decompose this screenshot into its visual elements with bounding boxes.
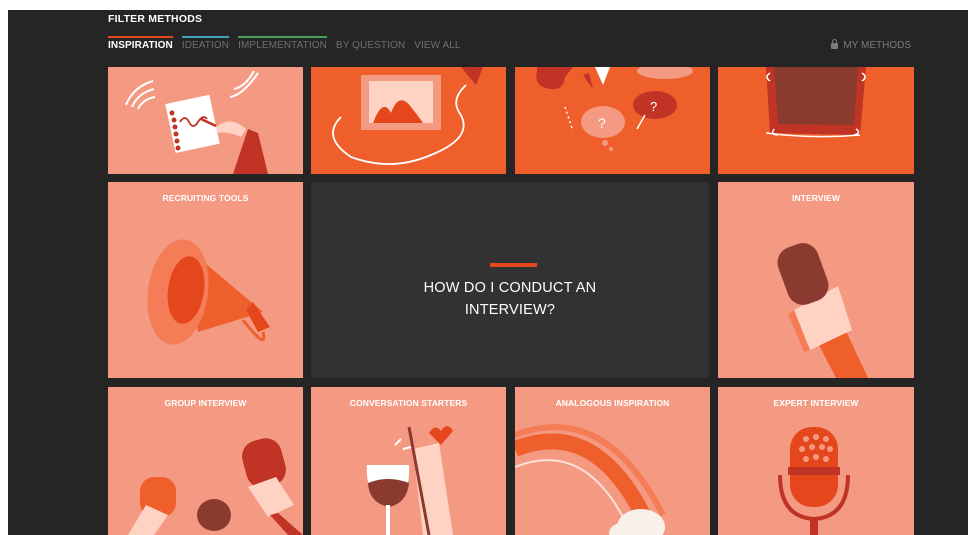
svg-text:?: ? <box>650 99 657 114</box>
question-accent-bar <box>490 263 537 267</box>
my-methods-label: MY METHODS <box>843 40 911 51</box>
rainbow-icon <box>515 424 666 535</box>
filter-title: FILTER METHODS <box>108 13 203 25</box>
tab-label: BY QUESTION <box>335 40 406 51</box>
method-tile-conversation-starters[interactable]: CONVERSATION STARTERS <box>311 387 506 535</box>
filter-tabs: INSPIRATION IDEATION IMPLEMENTATION BY Q… <box>108 36 470 51</box>
method-tile-interview[interactable]: INTERVIEW <box>718 182 914 378</box>
tab-view-all[interactable]: VIEW ALL <box>414 36 460 51</box>
methods-page: FILTER METHODS INSPIRATION IDEATION IMPL… <box>8 10 968 535</box>
microphone-icon <box>777 243 868 378</box>
question-text: HOW DO I CONDUCT AN INTERVIEW? <box>311 277 709 321</box>
tab-label: IDEATION <box>181 40 230 51</box>
speech-bubbles-icon: ? ? <box>536 67 693 151</box>
method-tile-group-interview[interactable]: GROUP INTERVIEW <box>108 387 303 535</box>
tab-label: IMPLEMENTATION <box>238 40 327 51</box>
method-tile-bubbles[interactable]: ? ? <box>515 67 710 174</box>
studio-microphone-icon <box>778 427 850 535</box>
wine-glasses-icon <box>366 426 453 535</box>
microphones-icon <box>128 438 303 535</box>
tab-implementation[interactable]: IMPLEMENTATION <box>238 36 327 51</box>
megaphone-icon <box>147 239 270 345</box>
svg-text:?: ? <box>598 115 606 131</box>
tab-by-question[interactable]: BY QUESTION <box>336 36 405 51</box>
photo-frame-icon <box>332 67 483 165</box>
question-label: HOW DO I CONDUCT AN INTERVIEW? <box>423 280 597 318</box>
method-tile-photo[interactable] <box>311 67 506 174</box>
lock-icon <box>831 38 839 49</box>
tab-label: VIEW ALL <box>414 40 461 51</box>
method-tile-analogous-inspiration[interactable]: ANALOGOUS INSPIRATION <box>515 387 710 535</box>
my-methods-link[interactable]: MY METHODS <box>831 38 911 51</box>
notebook-pen-icon <box>125 70 268 174</box>
method-tile-expert-interview[interactable]: EXPERT INTERVIEW <box>718 387 914 535</box>
tab-label: INSPIRATION <box>108 40 173 51</box>
picture-frame-icon <box>765 67 866 138</box>
method-tile-notebook[interactable] <box>108 67 303 174</box>
tab-inspiration[interactable]: INSPIRATION <box>108 36 173 51</box>
method-tile-recruiting-tools[interactable]: RECRUITING TOOLS <box>108 182 303 378</box>
tab-ideation[interactable]: IDEATION <box>181 36 230 51</box>
question-panel: HOW DO I CONDUCT AN INTERVIEW? <box>311 182 709 378</box>
method-tile-frame[interactable] <box>718 67 914 174</box>
